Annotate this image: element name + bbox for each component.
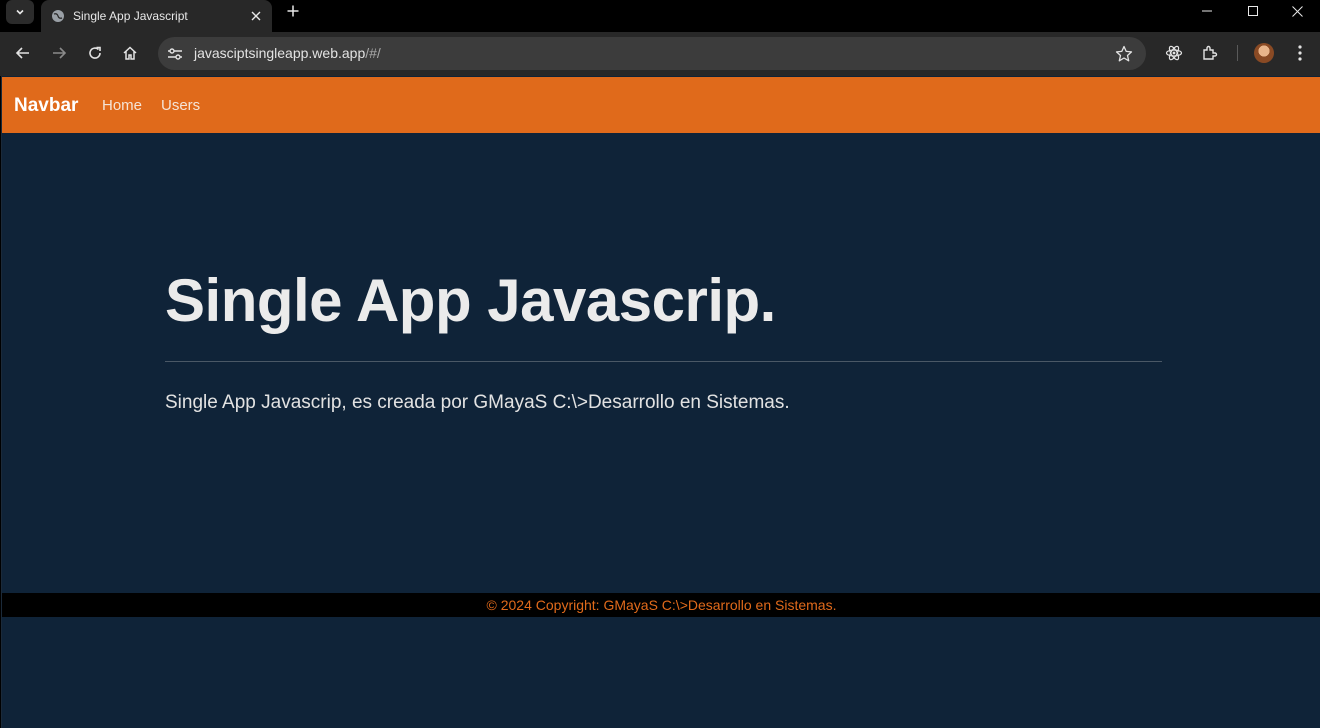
hero-lead: Single App Javascrip, es creada por GMay… [165,392,790,413]
tab-title: Single App Javascript [73,9,188,23]
nav-link-home[interactable]: Home [102,97,142,114]
address-bar[interactable]: javasciptsingleapp.web.app/#/ [158,37,1146,70]
url-host: javasciptsingleapp.web.app [194,45,366,61]
plus-icon[interactable] [280,0,306,22]
close-icon[interactable] [244,4,268,28]
tab-strip: Single App Javascript [0,0,1320,32]
home-icon[interactable] [115,38,145,68]
forward-icon[interactable] [44,38,74,68]
react-extension-icon[interactable] [1159,38,1189,68]
footer: © 2024 Copyright: GMayaS C:\>Desarrollo … [2,593,1320,617]
back-icon[interactable] [8,38,38,68]
globe-icon [51,9,65,23]
navbar-brand[interactable]: Navbar [14,95,78,117]
more-icon[interactable] [1285,38,1315,68]
active-tab[interactable]: Single App Javascript [41,0,272,32]
url-text: javasciptsingleapp.web.app/#/ [194,45,381,61]
extensions-icon[interactable] [1195,38,1225,68]
nav-link-users[interactable]: Users [161,97,200,114]
maximize-icon[interactable] [1230,0,1276,22]
reload-icon[interactable] [80,38,110,68]
toolbar-divider [1237,45,1238,61]
page-viewport: Navbar Home Users Single App Javascrip. … [1,76,1320,728]
tune-icon[interactable] [166,45,184,63]
hero-title: Single App Javascrip. [165,267,776,334]
window-close-icon[interactable] [1274,0,1320,22]
hero-divider [165,361,1162,362]
star-icon[interactable] [1114,44,1134,64]
footer-copyright: © 2024 Copyright: GMayaS C:\>Desarrollo … [486,597,837,613]
minimize-icon[interactable] [1184,0,1230,22]
url-path: /#/ [365,45,381,61]
tab-search-icon[interactable] [6,0,34,24]
profile-avatar[interactable] [1254,43,1274,63]
navbar: Navbar Home Users [2,77,1320,133]
